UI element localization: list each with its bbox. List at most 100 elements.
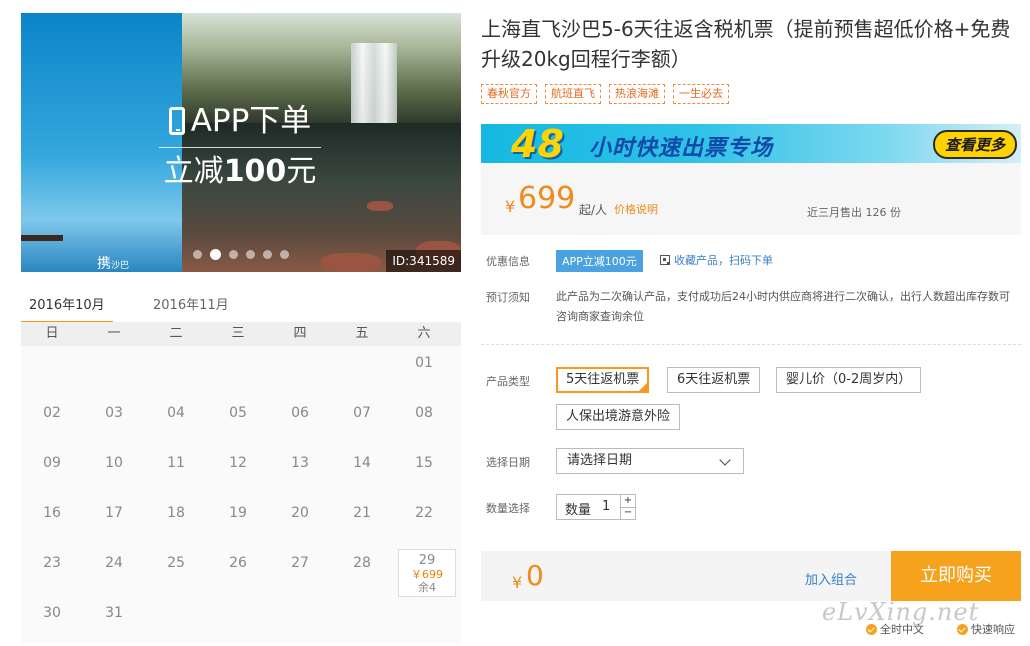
price-box: ¥ 699 起/人 价格说明 近三月售出 126 份: [481, 163, 1021, 235]
calendar-day-number: 17: [105, 505, 123, 521]
calendar-day[interactable]: 01: [393, 346, 455, 396]
check-icon: [866, 623, 877, 635]
product-tag[interactable]: 一生必去: [673, 84, 729, 104]
price-explanation-link[interactable]: 价格说明: [614, 201, 658, 217]
calendar-day[interactable]: 20: [269, 496, 331, 546]
calendar-day[interactable]: 13: [269, 446, 331, 496]
calendar-day[interactable]: 26: [207, 546, 269, 596]
quantity-label: 数量选择: [486, 502, 530, 515]
calendar-day-remaining: 余4: [418, 581, 436, 594]
calendar-day[interactable]: 05: [207, 396, 269, 446]
calendar-day-number: 10: [105, 455, 123, 471]
add-combo-link[interactable]: 加入组合: [805, 569, 857, 588]
tab-month-oct[interactable]: 2016年10月: [21, 290, 113, 324]
calendar-day[interactable]: 27: [269, 546, 331, 596]
calendar-day-number: 03: [105, 405, 123, 421]
calendar-day[interactable]: 06: [269, 396, 331, 446]
banner-app-promo: APP下单 立减100元: [159, 101, 321, 192]
tab-month-nov[interactable]: 2016年11月: [145, 290, 237, 321]
calendar-day[interactable]: 09: [21, 446, 83, 496]
slide-dot[interactable]: [246, 250, 255, 259]
product-tag[interactable]: 春秋官方: [481, 84, 537, 104]
slide-dot[interactable]: [193, 250, 202, 259]
banner-rock: [367, 201, 393, 211]
app-discount-badge: APP立减100元: [556, 250, 643, 272]
qr-collect-link[interactable]: 收藏产品，扫码下单: [660, 252, 773, 268]
qr-link-text: 收藏产品，扫码下单: [674, 254, 773, 267]
product-tag[interactable]: 热浪海滩: [609, 84, 665, 104]
product-banner[interactable]: APP下单 立减100元 携沙巴 ID:341589: [21, 13, 461, 272]
product-id-badge: ID:341589: [386, 250, 461, 272]
option-travel-insurance[interactable]: 人保出境游意外险: [556, 404, 681, 430]
weekday-label: 六: [417, 326, 431, 341]
calendar-day[interactable]: 19: [207, 496, 269, 546]
calendar-day[interactable]: 11: [145, 446, 207, 496]
calendar-day-number: 15: [415, 455, 433, 471]
weekday-label: 四: [293, 326, 307, 341]
phone-icon: [168, 107, 185, 135]
slide-dot-active[interactable]: [210, 249, 221, 260]
calendar-day-number: 28: [353, 555, 371, 571]
date-label: 选择日期: [486, 456, 530, 469]
purchase-bar: ¥ 0 加入组合 立即购买: [481, 551, 1021, 601]
calendar-day[interactable]: 08: [393, 396, 455, 446]
calendar-day[interactable]: 30: [21, 596, 83, 646]
calendar-day[interactable]: 22: [393, 496, 455, 546]
calendar-day-number: 26: [229, 555, 247, 571]
calendar-day[interactable]: 21: [331, 496, 393, 546]
calendar-day[interactable]: 14: [331, 446, 393, 496]
calendar-day[interactable]: 24: [83, 546, 145, 596]
buy-now-button[interactable]: 立即购买: [891, 551, 1021, 601]
calendar-day-number: 11: [167, 455, 185, 471]
calendar-day[interactable]: 15: [393, 446, 455, 496]
weekday-label: 三: [231, 326, 245, 341]
option-infant-price[interactable]: 婴儿价（0-2周岁内）: [776, 367, 922, 393]
calendar-day[interactable]: 23: [21, 546, 83, 596]
weekday-label: 日: [45, 326, 59, 341]
calendar-day[interactable]: 10: [83, 446, 145, 496]
calendar-day-number: 07: [353, 405, 371, 421]
calendar-day-number: 30: [43, 605, 61, 621]
slide-dot[interactable]: [229, 250, 238, 259]
calendar-day[interactable]: 31: [83, 596, 145, 646]
promo-banner-48h[interactable]: 48 小时快速出票专场 查看更多: [481, 124, 1021, 163]
slide-dot[interactable]: [263, 250, 272, 259]
calendar-day[interactable]: 07: [331, 396, 393, 446]
feature-fast-response: 快速响应: [957, 621, 1015, 637]
banner-waterfall: [351, 43, 397, 123]
price-unit: 起/人: [579, 203, 608, 217]
calendar-day-number: 25: [167, 555, 185, 571]
calendar-day[interactable]: 02: [21, 396, 83, 446]
calendar-day[interactable]: 18: [145, 496, 207, 546]
date-select[interactable]: 请选择日期: [556, 448, 744, 474]
weekday-label: 二: [169, 326, 183, 341]
product-title: 上海直飞沙巴5-6天往返含税机票（提前预售超低价格+免费升级20kg回程行李额）: [481, 17, 1011, 71]
weekday-label: 一: [107, 326, 121, 341]
discount-label: 优惠信息: [486, 255, 530, 268]
banner-divider: [159, 147, 321, 148]
price-amount: 699: [518, 181, 576, 216]
option-5day-ticket[interactable]: 5天往返机票: [556, 367, 650, 393]
section-divider: [481, 344, 1021, 345]
product-tag[interactable]: 航班直飞: [545, 84, 601, 104]
quantity-stepper: 数量 1 + −: [556, 494, 636, 520]
calendar-day-price: ￥699: [411, 568, 443, 581]
calendar-day[interactable]: 12: [207, 446, 269, 496]
calendar-day[interactable]: 28: [331, 546, 393, 596]
calendar-day-available[interactable]: 29 ￥699 余4: [398, 549, 456, 597]
calendar-day[interactable]: 03: [83, 396, 145, 446]
slide-dot[interactable]: [280, 250, 289, 259]
calendar-day[interactable]: 16: [21, 496, 83, 546]
chevron-down-icon: [719, 454, 731, 466]
quantity-decrease-button[interactable]: −: [620, 507, 635, 519]
option-6day-ticket[interactable]: 6天往返机票: [667, 367, 761, 393]
calendar-day[interactable]: 04: [145, 396, 207, 446]
price-currency: ¥: [505, 197, 516, 216]
banner-sky: [21, 13, 182, 272]
calendar-day[interactable]: 25: [145, 546, 207, 596]
calendar-day-number: 22: [415, 505, 433, 521]
banner-pier: [21, 235, 63, 265]
calendar-day[interactable]: 17: [83, 496, 145, 546]
promo-more-button[interactable]: 查看更多: [932, 130, 1017, 159]
quantity-value[interactable]: 1: [602, 499, 610, 514]
